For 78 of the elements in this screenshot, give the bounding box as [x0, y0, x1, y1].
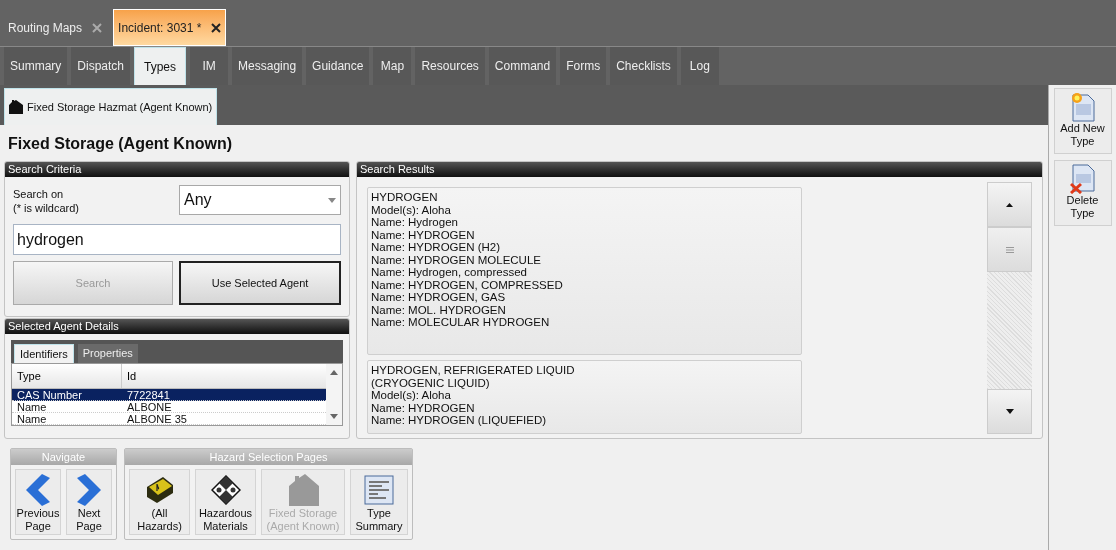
- page-button[interactable]: Hazardous Materials: [195, 469, 256, 535]
- result-line: Name: HYDROGEN, GAS: [371, 291, 507, 304]
- result-line: Name: Hydrogen: [371, 216, 459, 229]
- right-chevron-icon: [77, 474, 101, 506]
- scroll-thumb[interactable]: [987, 227, 1032, 272]
- delete-document-icon: [1069, 164, 1096, 194]
- table-row[interactable]: Name ALBONE 35: [12, 413, 326, 425]
- app-tab[interactable]: Incident: 3031 *: [113, 9, 227, 46]
- document-icon: [364, 475, 394, 505]
- up-arrow-icon: [1006, 202, 1013, 207]
- result-line: Name: HYDROGEN (H2): [371, 241, 502, 254]
- down-arrow-icon[interactable]: [330, 414, 338, 419]
- result-line: Name: Hydrogen, compressed: [371, 266, 528, 279]
- page-title: Fixed Storage (Agent Known): [7, 134, 233, 154]
- result-line: Name: HYDROGEN, COMPRESSED: [371, 278, 564, 291]
- result-line: Name: MOLECULAR HYDROGEN: [371, 316, 551, 329]
- table-row[interactable]: CAS Number 7722841: [12, 389, 326, 401]
- hazard-diamond-icon: [210, 475, 241, 505]
- page-button[interactable]: Previous Page: [15, 469, 61, 535]
- app-tab[interactable]: Routing Maps: [0, 9, 111, 46]
- field-label: Search on: [13, 187, 65, 201]
- page-tab[interactable]: Fixed Storage Hazmat (Agent Known): [4, 88, 218, 125]
- group-title: Navigate: [11, 449, 116, 465]
- group-title: Hazard Selection Pages: [125, 449, 412, 465]
- result-line: HYDROGEN, REFRIGERATED LIQUID: [371, 364, 576, 377]
- panel-header: Selected Agent Details: [5, 319, 349, 334]
- result-line: HYDROGEN: [371, 191, 439, 204]
- column-header[interactable]: Type: [12, 364, 122, 388]
- nav-tab[interactable]: Types: [134, 47, 187, 85]
- nav-tab[interactable]: Checklists: [610, 47, 677, 85]
- result-card[interactable]: [367, 187, 802, 355]
- wildcard-hint: (* is wildcard): [13, 201, 79, 215]
- nav-tab[interactable]: Dispatch: [71, 47, 131, 85]
- result-line: Model(s): Aloha: [371, 389, 452, 402]
- page-button[interactable]: Next Page: [66, 469, 112, 535]
- nav-tab[interactable]: Command: [488, 47, 557, 85]
- details-tab[interactable]: Identifiers: [14, 344, 74, 363]
- nav-tab[interactable]: Forms: [560, 47, 607, 85]
- add-type-button[interactable]: Add New Type: [1053, 88, 1112, 154]
- result-line: (CRYOGENIC LIQUID): [371, 376, 491, 389]
- down-arrow-icon: [1005, 409, 1014, 414]
- result-line: Name: HYDROGEN MOLECULE: [371, 253, 542, 266]
- nav-tab[interactable]: IM: [190, 47, 229, 85]
- close-icon[interactable]: [211, 22, 222, 33]
- tab-label: Incident: 3031 *: [118, 19, 202, 37]
- dropdown-caret-icon: [328, 197, 336, 203]
- result-card[interactable]: HYDROGEN, REFRIGERATED LIQUID (CRYOGENIC LIQUID) Model(s): Aloha Name: HYDROGEN Name: HYDROGEN (LIQUEFIED): [367, 360, 802, 434]
- table-row[interactable]: Name ALBONE: [12, 401, 326, 413]
- new-document-icon: [1069, 92, 1096, 122]
- result-line: Name: MOL. HYDROGEN: [371, 303, 507, 316]
- tab-label: Routing Maps: [8, 19, 83, 37]
- grip-icon: [1005, 246, 1014, 253]
- details-tab[interactable]: Properties: [77, 344, 138, 363]
- search-on-dropdown[interactable]: Any: [179, 185, 341, 215]
- nav-tab[interactable]: Map: [373, 47, 412, 85]
- use-agent-button[interactable]: Use Selected Agent: [179, 261, 341, 305]
- column-header[interactable]: Id: [122, 364, 326, 388]
- result-line: Model(s): Aloha: [371, 203, 452, 216]
- page-button[interactable]: Type Summary: [350, 469, 408, 535]
- nav-tab[interactable]: Resources: [415, 47, 485, 85]
- house-icon: [287, 474, 319, 506]
- house-icon: [9, 100, 23, 114]
- nav-tab[interactable]: Summary: [4, 47, 68, 85]
- left-chevron-icon: [26, 474, 50, 506]
- tab-label: Fixed Storage Hazmat (Agent Known): [27, 99, 213, 115]
- result-line: Name: HYDROGEN: [371, 401, 476, 414]
- scrollbar[interactable]: [326, 364, 342, 425]
- result-line: Name: HYDROGEN (LIQUEFIED): [371, 414, 548, 427]
- delete-type-button[interactable]: Delete Type: [1053, 160, 1112, 226]
- nav-tab[interactable]: Messaging: [232, 47, 303, 85]
- panel-header: Search Results: [357, 162, 1042, 177]
- panel-header: Search Criteria: [5, 162, 349, 177]
- search-field[interactable]: hydrogen: [13, 224, 341, 255]
- nav-tab[interactable]: Guidance: [306, 47, 370, 85]
- up-arrow-icon[interactable]: [330, 370, 338, 375]
- nav-tab[interactable]: Log: [680, 47, 719, 85]
- page-button[interactable]: (All Hazards): [129, 469, 190, 535]
- result-line: Name: HYDROGEN: [371, 228, 476, 241]
